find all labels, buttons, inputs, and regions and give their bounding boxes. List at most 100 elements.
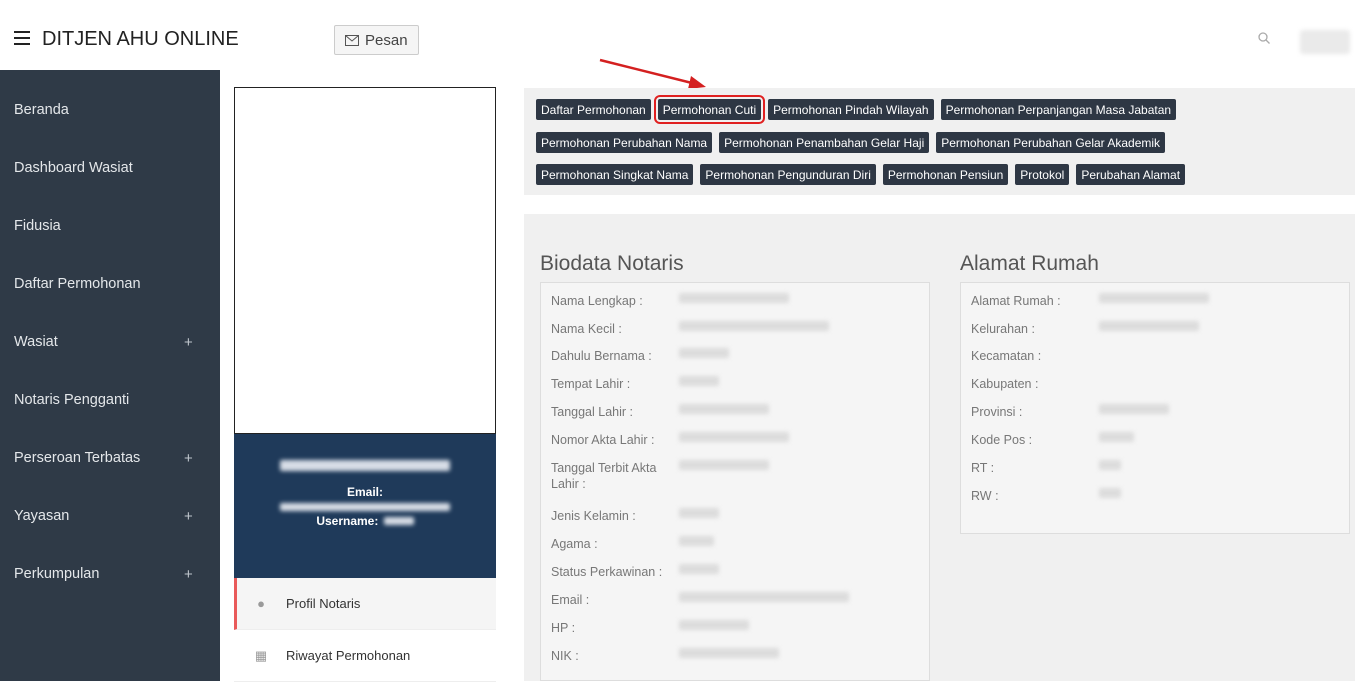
field-label: Email : xyxy=(551,593,590,607)
field-value xyxy=(679,432,789,442)
field-label: Tanggal Lahir : xyxy=(551,405,634,419)
sidebar-item-yayasan[interactable]: Yayasan + xyxy=(0,487,220,545)
sidebar-item-label: Dashboard Wasiat xyxy=(14,160,133,176)
envelope-icon xyxy=(345,34,359,46)
field-label: NIK : xyxy=(551,649,579,663)
sidebar-item-label: Fidusia xyxy=(14,218,61,234)
field-label: Tempat Lahir : xyxy=(551,377,631,391)
search-icon[interactable] xyxy=(1258,32,1270,44)
permohonan-singkat-nama-button[interactable]: Permohonan Singkat Nama xyxy=(536,164,694,185)
field-label: Kode Pos : xyxy=(971,433,1033,447)
profile-photo xyxy=(234,87,496,434)
field-value xyxy=(1099,432,1134,442)
permohonan-pindah-wilayah-button[interactable]: Permohonan Pindah Wilayah xyxy=(768,99,934,120)
daftar-permohonan-button[interactable]: Daftar Permohonan xyxy=(536,99,651,120)
field-label: Tanggal Terbit Akta Lahir : xyxy=(551,461,657,491)
profile-name xyxy=(280,460,450,471)
biodata-title: Biodata Notaris xyxy=(540,252,684,275)
sidebar-item-perseroan-terbatas[interactable]: Perseroan Terbatas + xyxy=(0,429,220,487)
field-value xyxy=(1099,460,1121,470)
sidebar-item-label: Wasiat xyxy=(14,334,58,350)
permohonan-pengunduran-diri-button[interactable]: Permohonan Pengunduran Diri xyxy=(700,164,876,185)
field-label: Nama Kecil : xyxy=(551,322,622,336)
field-label: Kabupaten : xyxy=(971,377,1039,391)
field-value xyxy=(679,460,769,470)
permohonan-perpanjangan-masa-jabatan-button[interactable]: Permohonan Perpanjangan Masa Jabatan xyxy=(940,99,1177,120)
sidebar-item-label: Notaris Pengganti xyxy=(14,392,130,408)
field-value xyxy=(679,648,779,658)
field-value xyxy=(679,404,769,414)
sidebar-item-label: Perkumpulan xyxy=(14,566,100,582)
user-icon: ● xyxy=(257,596,265,611)
field-value xyxy=(1099,321,1199,331)
field-value xyxy=(679,321,829,331)
field-label: Dahulu Bernama : xyxy=(551,349,652,363)
sidebar-item-daftar-permohonan[interactable]: Daftar Permohonan xyxy=(0,255,220,313)
field-value xyxy=(679,293,789,303)
sidebar: Beranda Dashboard Wasiat Fidusia Daftar … xyxy=(0,70,220,681)
protokol-button[interactable]: Protokol xyxy=(1015,164,1070,185)
sidebar-item-label: Daftar Permohonan xyxy=(14,276,141,292)
field-label: Status Perkawinan : xyxy=(551,565,663,579)
field-value xyxy=(679,620,749,630)
action-buttons-panel: Daftar Permohonan Permohonan Cuti Permoh… xyxy=(524,88,1355,195)
field-value xyxy=(679,376,719,386)
sidebar-item-beranda[interactable]: Beranda xyxy=(0,81,220,139)
sidebar-item-dashboard-wasiat[interactable]: Dashboard Wasiat xyxy=(0,139,220,197)
field-label: RT : xyxy=(971,461,995,475)
field-label: Nama Lengkap : xyxy=(551,294,643,308)
field-value xyxy=(1099,404,1169,414)
profile-card: Email: Username: xyxy=(234,434,496,578)
sidebar-item-notaris-pengganti[interactable]: Notaris Pengganti xyxy=(0,371,220,429)
field-value xyxy=(679,592,849,602)
permohonan-pensiun-button[interactable]: Permohonan Pensiun xyxy=(882,164,1009,185)
menu-label: Profil Notaris xyxy=(286,596,361,611)
field-label: HP : xyxy=(551,621,576,635)
expand-plus-icon[interactable]: + xyxy=(184,450,193,467)
biodata-box: Nama Lengkap : Nama Kecil : Dahulu Berna… xyxy=(540,282,930,681)
field-label: Jenis Kelamin : xyxy=(551,509,636,523)
pesan-label: Pesan xyxy=(365,31,408,49)
calendar-icon: ▦ xyxy=(254,647,268,663)
username-row: Username: xyxy=(234,514,496,528)
field-label: Nomor Akta Lahir : xyxy=(551,433,655,447)
username-value xyxy=(383,517,414,525)
expand-plus-icon[interactable]: + xyxy=(184,508,193,525)
permohonan-perubahan-gelar-akademik-button[interactable]: Permohonan Perubahan Gelar Akademik xyxy=(936,132,1166,153)
perubahan-alamat-button[interactable]: Perubahan Alamat xyxy=(1076,164,1186,185)
user-menu[interactable] xyxy=(1300,30,1350,54)
permohonan-penambahan-gelar-haji-button[interactable]: Permohonan Penambahan Gelar Haji xyxy=(719,132,930,153)
field-label: Kecamatan : xyxy=(971,349,1042,363)
expand-plus-icon[interactable]: + xyxy=(184,566,193,583)
email-label: Email: xyxy=(346,485,383,499)
menu-profil-notaris[interactable]: ● Profil Notaris xyxy=(234,578,496,630)
permohonan-cuti-button[interactable]: Permohonan Cuti xyxy=(653,95,766,124)
sidebar-item-perkumpulan[interactable]: Perkumpulan + xyxy=(0,545,220,603)
sidebar-item-label: Yayasan xyxy=(14,508,70,524)
field-value xyxy=(679,508,719,518)
field-label: Alamat Rumah : xyxy=(971,294,1061,308)
profile-menu: ● Profil Notaris ▦ Riwayat Permohonan xyxy=(234,578,496,682)
field-value xyxy=(1099,293,1209,303)
field-value xyxy=(1099,488,1121,498)
field-value xyxy=(679,564,719,574)
alamat-title: Alamat Rumah xyxy=(960,252,1099,275)
menu-label: Riwayat Permohonan xyxy=(286,648,411,663)
hamburger-icon[interactable] xyxy=(14,31,30,45)
field-label: RW : xyxy=(971,489,999,503)
field-value xyxy=(679,536,714,546)
field-value xyxy=(679,348,729,358)
sidebar-item-fidusia[interactable]: Fidusia xyxy=(0,197,220,255)
field-label: Provinsi : xyxy=(971,405,1023,419)
field-label: Agama : xyxy=(551,537,598,551)
alamat-box: Alamat Rumah : Kelurahan : Kecamatan : K… xyxy=(960,282,1350,534)
expand-plus-icon[interactable]: + xyxy=(184,334,193,351)
menu-riwayat-permohonan[interactable]: ▦ Riwayat Permohonan xyxy=(234,630,496,682)
sidebar-item-label: Perseroan Terbatas xyxy=(14,450,141,466)
pesan-button[interactable]: Pesan xyxy=(334,25,419,55)
brand-title[interactable]: DITJEN AHU ONLINE xyxy=(42,28,239,51)
email-value xyxy=(280,503,450,511)
permohonan-perubahan-nama-button[interactable]: Permohonan Perubahan Nama xyxy=(536,132,713,153)
sidebar-item-wasiat[interactable]: Wasiat + xyxy=(0,313,220,371)
field-label: Kelurahan : xyxy=(971,322,1035,336)
